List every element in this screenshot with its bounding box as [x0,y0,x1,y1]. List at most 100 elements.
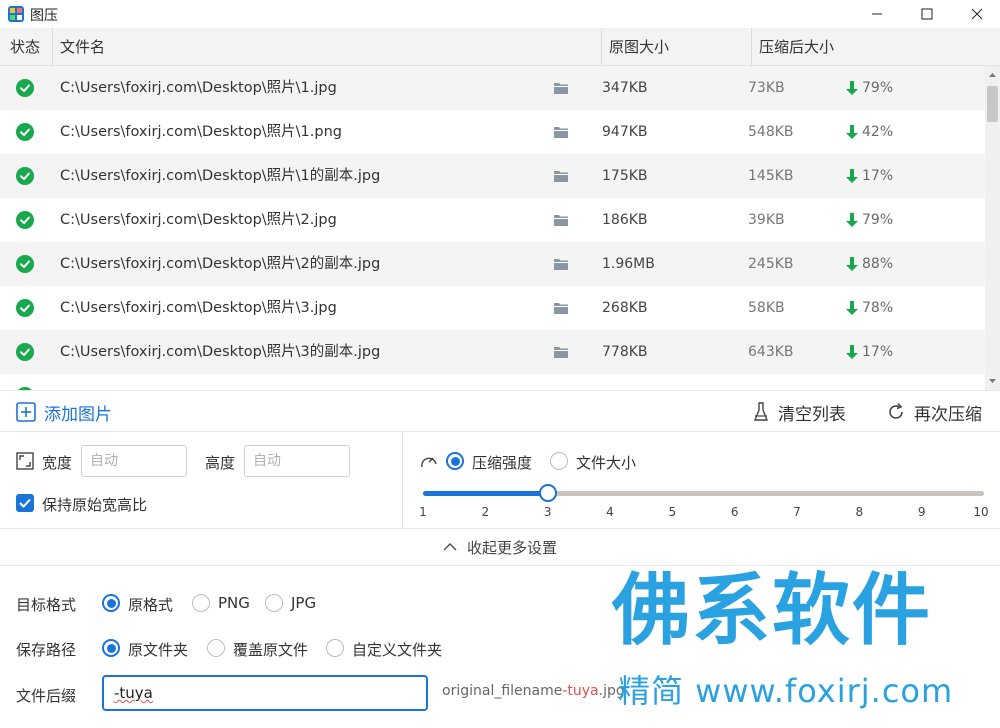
slider-tick-label: 10 [973,505,989,519]
keep-ratio-label: 保持原始宽高比 [42,496,148,514]
table-row[interactable]: C:\Users\foxirj.com\Desktop\照片\3.jpg 268… [0,286,985,330]
reduction-value: 17% [862,344,894,360]
file-path: C:\Users\foxirj.com\Desktop\照片\1.png [60,124,342,140]
original-size: 947KB [602,124,648,140]
chevron-up-icon [443,542,457,551]
close-button[interactable] [954,0,1000,28]
reduction-value: 88% [862,256,894,272]
file-path: C:\Users\foxirj.com\Desktop\照片\2的副本.jpg [60,256,381,272]
gauge-icon [421,457,437,468]
example-prefix: original_filename [442,683,563,699]
column-divider[interactable] [52,28,53,66]
minimize-button[interactable] [854,0,900,28]
file-suffix-label: 文件后缀 [16,687,77,705]
slider-tick-label: 4 [606,505,614,519]
header-status[interactable]: 状态 [10,28,40,66]
header-compressed-size[interactable]: 压缩后大小 [759,28,834,66]
column-divider[interactable] [751,28,752,66]
slider-tick-label: 1 [419,505,427,519]
height-input[interactable]: 自动 [244,445,350,477]
column-divider[interactable] [601,28,602,66]
open-folder-icon[interactable] [554,258,568,270]
scroll-up-icon[interactable] [985,70,1000,80]
compressed-size: 245KB [748,256,794,272]
open-folder-icon[interactable] [554,302,568,314]
reduction-percent: 78% [846,286,893,330]
open-folder-icon[interactable] [554,214,568,226]
table-row[interactable]: C:\Users\foxirj.com\Desktop\照片\1.jpg 347… [0,66,985,110]
reduction-value: 17% [862,168,894,184]
table-row[interactable]: C:\Users\foxirj.com\Desktop\照片\2的副本.jpg … [0,242,985,286]
path-original-folder-label: 原文件夹 [128,641,189,659]
compressed-size: 145KB [748,168,794,184]
original-size: 175KB [602,168,648,184]
maximize-icon [921,8,933,20]
vertical-scrollbar[interactable] [985,66,1000,390]
file-path: C:\Users\foxirj.com\Desktop\照片\1的副本.jpg [60,168,381,184]
table-row[interactable]: C:\Users\foxirj.com\Desktop\照片\3的副本.jpg … [0,330,985,374]
header-original-size[interactable]: 原图大小 [609,28,669,66]
table-row[interactable]: C:\Users\foxirj.com\Desktop\照片\1的副本.jpg … [0,154,985,198]
minimize-icon [872,13,882,15]
mode-filesize-label: 文件大小 [576,454,637,472]
path-overwrite-radio[interactable] [207,639,225,657]
success-check-icon [16,255,34,273]
table-row[interactable]: C:\Users\foxirj.com\Desktop\照片\2.jpg 186… [0,198,985,242]
format-png-label: PNG [218,594,250,612]
original-size: 186KB [602,212,648,228]
scroll-down-icon[interactable] [985,376,1000,386]
reduction-percent: 88% [846,242,893,286]
resize-icon [16,452,34,470]
success-check-icon [16,343,34,361]
open-folder-icon[interactable] [554,170,568,182]
original-size: 347KB [602,80,648,96]
format-png-radio[interactable] [192,594,210,612]
width-input[interactable]: 自动 [81,445,187,477]
table-header: 状态 文件名 原图大小 压缩后大小 [0,28,1000,66]
format-jpg-radio[interactable] [265,594,283,612]
mode-strength-radio[interactable] [446,452,464,470]
settings-divider [402,432,403,528]
path-custom-folder-radio[interactable] [326,639,344,657]
compression-slider-thumb[interactable] [538,484,557,502]
recompress-label: 再次压缩 [914,404,982,425]
slider-tick-label: 9 [917,505,926,519]
height-label: 高度 [205,454,236,472]
path-original-folder-radio[interactable] [102,639,120,657]
open-folder-icon[interactable] [554,126,568,138]
slider-tick-label: 2 [481,505,490,519]
reduction-value: 79% [862,212,894,228]
compression-slider-track[interactable] [423,491,984,496]
maximize-button[interactable] [904,0,950,28]
reduction-percent: 42% [846,110,893,154]
open-folder-icon[interactable] [554,346,568,358]
file-path: C:\Users\foxirj.com\Desktop\照片\3.jpg [60,300,337,316]
add-images-button[interactable]: 添加图片 [16,391,112,433]
success-check-icon [16,123,34,141]
reduction-value: 78% [862,300,894,316]
scrollbar-thumb[interactable] [987,86,998,122]
file-list[interactable]: C:\Users\foxirj.com\Desktop\照片\1.jpg 347… [0,66,985,390]
success-check-icon [16,211,34,229]
format-original-radio[interactable] [102,594,120,612]
clear-list-button[interactable]: 清空列表 [752,391,846,433]
compressed-size: 73KB [748,80,785,96]
mode-filesize-radio[interactable] [550,452,568,470]
table-row[interactable]: C:\Users\foxirj.com\Desktop\照片\1.png 947… [0,110,985,154]
arrow-down-icon [846,169,858,183]
arrow-down-icon [846,81,858,95]
keep-ratio-checkbox[interactable] [16,494,34,512]
arrow-down-icon [846,213,858,227]
compressed-size: 39KB [748,212,785,228]
header-filename[interactable]: 文件名 [60,28,105,66]
path-custom-folder-label: 自定义文件夹 [352,641,443,659]
file-suffix-input[interactable]: -tuya [102,675,428,711]
original-size: 268KB [602,300,648,316]
table-row-partial[interactable] [0,374,985,390]
recompress-button[interactable]: 再次压缩 [886,391,982,433]
open-folder-icon[interactable] [554,82,568,94]
refresh-icon [889,402,903,419]
title-bar: 图压 [0,0,1000,28]
success-check-icon [16,299,34,317]
reduction-percent: 17% [846,154,893,198]
